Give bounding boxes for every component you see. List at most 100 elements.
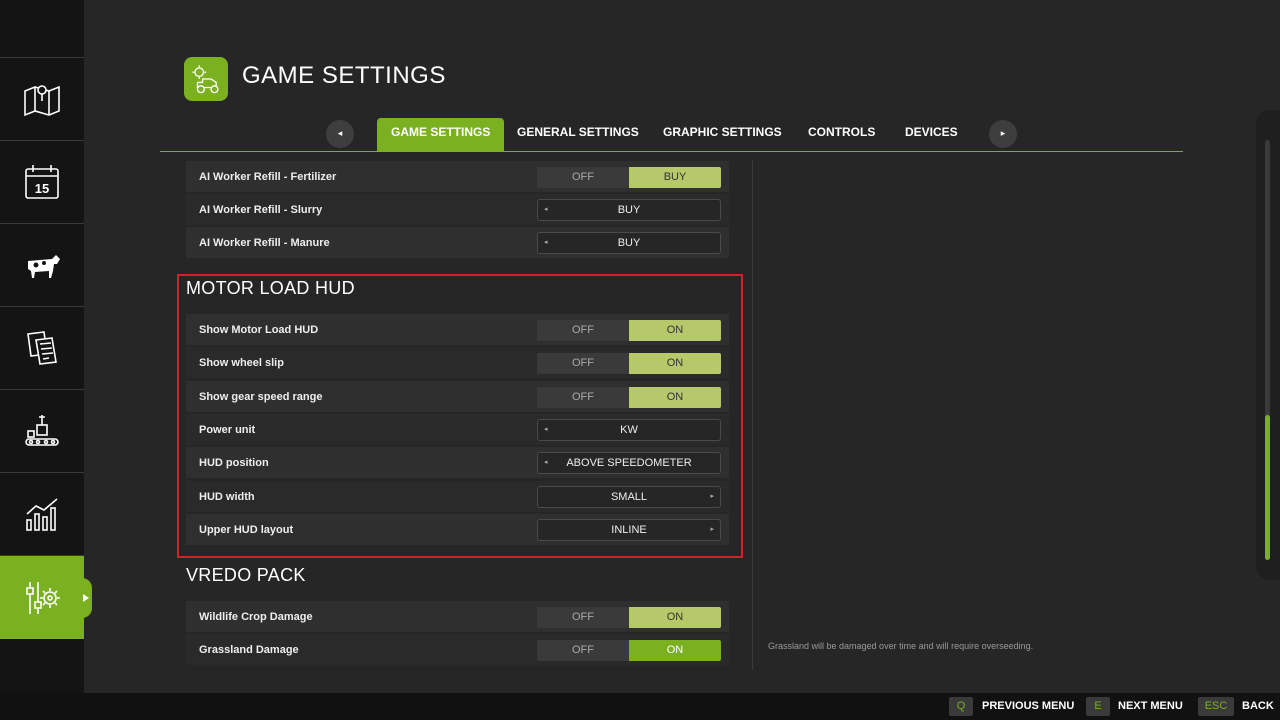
tractor-gear-icon	[192, 65, 219, 94]
scrollbar-thumb[interactable]	[1265, 415, 1270, 560]
setting-row-selected: Grassland Damage OFF ON	[186, 634, 729, 665]
setting-label: Show Motor Load HUD	[199, 323, 319, 336]
section-title-motor-load-hud: MOTOR LOAD HUD	[186, 278, 355, 298]
section-title-vredo-pack: VREDO PACK	[186, 565, 306, 585]
setting-row: AI Worker Refill - Slurry ◂ BUY	[186, 194, 729, 225]
option-selector[interactable]: SMALL ▸	[537, 486, 721, 508]
key-e-badge[interactable]: E	[1086, 697, 1110, 716]
help-text: Grassland will be damaged over time and …	[768, 641, 1034, 651]
option-selector[interactable]: ◂ BUY	[537, 232, 721, 254]
chevron-left-icon: ◂	[337, 129, 343, 139]
setting-row: Wildlife Crop Damage OFF ON	[186, 601, 729, 632]
option-selector[interactable]: ◂ BUY	[537, 199, 721, 221]
tab-next-button[interactable]: ▸	[989, 120, 1017, 148]
tab-general-settings[interactable]: GENERAL SETTINGS	[503, 118, 653, 151]
tab-prev-button[interactable]: ◂	[326, 120, 354, 148]
setting-label: AI Worker Refill - Manure	[199, 236, 330, 249]
setting-label: Wildlife Crop Damage	[199, 610, 313, 623]
toggle-on[interactable]: ON	[629, 640, 721, 661]
toggle-on[interactable]: ON	[629, 387, 721, 408]
arrow-left-icon[interactable]: ◂	[544, 200, 548, 220]
selector-value: INLINE	[611, 524, 647, 536]
calendar-day: 15	[35, 181, 49, 196]
settings-icon	[26, 581, 60, 614]
arrow-left-icon[interactable]: ◂	[544, 420, 548, 440]
sidebar: 15	[0, 0, 92, 693]
map-icon	[24, 85, 60, 117]
toggle-on[interactable]: ON	[629, 607, 721, 628]
next-menu-button[interactable]: NEXT MENU	[1118, 697, 1183, 716]
setting-label: AI Worker Refill - Fertilizer	[199, 170, 337, 183]
setting-label: Grassland Damage	[199, 643, 299, 656]
setting-row: AI Worker Refill - Fertilizer OFF BUY	[186, 161, 729, 192]
sidebar-item-settings[interactable]	[0, 556, 92, 639]
setting-label: Show gear speed range	[199, 390, 323, 403]
selector-value: BUY	[617, 237, 641, 249]
selector-value: SMALL	[610, 491, 648, 503]
statistics-icon	[26, 498, 58, 531]
setting-row: Power unit ◂ KW	[186, 414, 729, 445]
arrow-left-icon[interactable]: ◂	[544, 233, 548, 253]
production-icon	[25, 415, 59, 446]
sidebar-item-animals[interactable]	[0, 224, 84, 307]
previous-menu-button[interactable]: PREVIOUS MENU	[982, 697, 1074, 716]
setting-row: Show Motor Load HUD OFF ON	[186, 314, 729, 345]
option-selector[interactable]: ◂ KW	[537, 419, 721, 441]
active-marker	[83, 594, 89, 602]
setting-row: Upper HUD layout INLINE ▸	[186, 514, 729, 545]
sidebar-item-statistics[interactable]	[0, 473, 84, 556]
sidebar-item-calendar[interactable]: 15	[0, 141, 84, 224]
footer: Q PREVIOUS MENU E NEXT MENU ESC BACK	[0, 693, 1280, 720]
tab-devices[interactable]: DEVICES	[891, 118, 972, 151]
toggle-switch[interactable]: OFF ON	[537, 387, 721, 408]
sidebar-item-contracts[interactable]	[0, 307, 84, 390]
selector-value: KW	[620, 424, 638, 436]
setting-label: Power unit	[199, 423, 256, 436]
arrow-right-icon[interactable]: ▸	[710, 487, 714, 507]
animals-icon	[28, 255, 60, 278]
option-selector[interactable]: INLINE ▸	[537, 519, 721, 541]
setting-label: HUD position	[199, 456, 269, 469]
tab-graphic-settings[interactable]: GRAPHIC SETTINGS	[649, 118, 796, 151]
toggle-off[interactable]: OFF	[537, 320, 629, 341]
contracts-icon	[27, 331, 57, 365]
toggle-on[interactable]: ON	[629, 320, 721, 341]
setting-row: HUD width SMALL ▸	[186, 481, 729, 512]
setting-label: AI Worker Refill - Slurry	[199, 203, 323, 216]
toggle-off[interactable]: OFF	[537, 607, 629, 628]
page-title: GAME SETTINGS	[242, 62, 446, 89]
sidebar-item-production[interactable]	[0, 390, 84, 473]
calendar-icon: 15	[25, 165, 59, 199]
toggle-on[interactable]: BUY	[629, 167, 721, 188]
setting-row: Show wheel slip OFF ON	[186, 347, 729, 378]
tab-controls[interactable]: CONTROLS	[794, 118, 889, 151]
back-button[interactable]: BACK	[1242, 697, 1274, 716]
arrow-left-icon[interactable]: ◂	[544, 453, 548, 473]
panel-divider	[752, 160, 753, 670]
toggle-off[interactable]: OFF	[537, 640, 629, 661]
toggle-off[interactable]: OFF	[537, 387, 629, 408]
selector-value: ABOVE SPEEDOMETER	[566, 457, 692, 469]
setting-label: HUD width	[199, 490, 255, 503]
toggle-switch[interactable]: OFF ON	[537, 607, 721, 628]
sidebar-top	[0, 0, 84, 58]
toggle-switch[interactable]: OFF ON	[537, 320, 721, 341]
tab-game-settings[interactable]: GAME SETTINGS	[377, 118, 505, 151]
key-q-badge[interactable]: Q	[949, 697, 973, 716]
setting-row: HUD position ◂ ABOVE SPEEDOMETER	[186, 447, 729, 478]
toggle-off[interactable]: OFF	[537, 167, 629, 188]
toggle-switch[interactable]: OFF ON	[537, 353, 721, 374]
toggle-switch[interactable]: OFF ON	[537, 640, 721, 661]
setting-row: Show gear speed range OFF ON	[186, 381, 729, 412]
key-esc-badge[interactable]: ESC	[1198, 697, 1234, 716]
toggle-off[interactable]: OFF	[537, 353, 629, 374]
arrow-right-icon[interactable]: ▸	[710, 520, 714, 540]
setting-label: Show wheel slip	[199, 356, 284, 369]
setting-label: Upper HUD layout	[199, 523, 294, 536]
sidebar-item-map[interactable]	[0, 58, 84, 141]
toggle-on[interactable]: ON	[629, 353, 721, 374]
option-selector[interactable]: ◂ ABOVE SPEEDOMETER	[537, 452, 721, 474]
toggle-switch[interactable]: OFF BUY	[537, 167, 721, 188]
setting-row: AI Worker Refill - Manure ◂ BUY	[186, 227, 729, 258]
header-icon	[184, 57, 228, 101]
